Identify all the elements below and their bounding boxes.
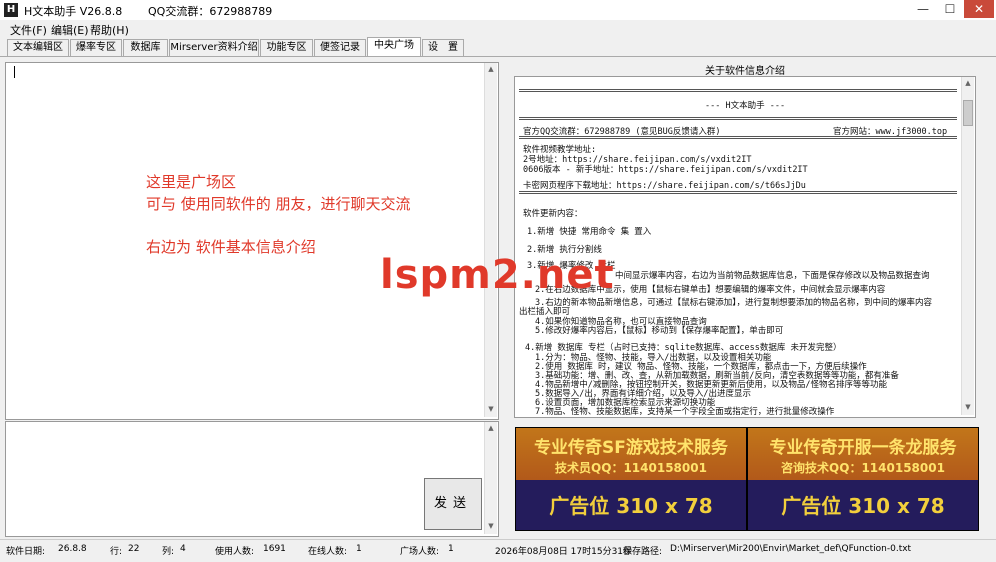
ad-slot-label: 广告位 310 x 78 (549, 494, 713, 518)
info-line: 软件更新内容： (523, 209, 583, 219)
ad-banner-right[interactable]: 专业传奇开服一条龙服务 咨询技术QQ：1140158001 广告位 310 x … (747, 427, 979, 531)
info-line: 1.新增 快捷 常用命令 集 置入 (527, 227, 652, 237)
menu-file[interactable]: 文件(F) (10, 22, 47, 38)
tab-mirserver-info[interactable]: Mirserver资料介绍 (169, 39, 259, 56)
tab-drop-rate[interactable]: 爆率专区 (70, 39, 122, 56)
info-line: 5.修改好爆率内容后，【鼠标】移动到【保存爆率配置】，单击即可 (535, 326, 784, 336)
tab-settings[interactable]: 设 置 (422, 39, 464, 56)
plaza-intro-line1: 这里是广场区 (146, 173, 237, 191)
ad-headline: 专业传奇SF游戏技术服务 (534, 438, 728, 458)
status-plaza: 1 (448, 544, 454, 554)
close-button[interactable]: ✕ (964, 0, 994, 18)
send-button[interactable]: 发送 (424, 478, 482, 530)
status-path: D:\Mirserver\Mir200\Envir\Market_def\QFu… (670, 544, 912, 554)
watermark: lspm2.net (380, 252, 615, 298)
info-line: --- H文本助手 --- (705, 101, 786, 111)
minimize-button[interactable]: — (910, 0, 936, 18)
status-row: 22 (128, 544, 140, 554)
ad-contact: 技术员QQ：1140158001 (555, 461, 707, 475)
text-caret (14, 66, 15, 78)
scroll-up-arrow-icon[interactable]: ▲ (485, 65, 497, 73)
status-path-label: 保存路径: (623, 547, 663, 557)
status-online: 1 (356, 544, 362, 554)
window-title: H文本助手 V26.8.8 (24, 5, 123, 18)
info-line: 卡密网页程序下载地址：https://share.feijipan.com/s/… (523, 181, 806, 191)
info-panel-title: 关于软件信息介绍 (705, 66, 785, 77)
chat-scrollbar[interactable]: ▲ ▼ (484, 63, 497, 417)
ad-headline: 专业传奇开服一条龙服务 (769, 438, 957, 458)
menu-bar (0, 20, 996, 37)
status-datetime: 2026年08月08日 17时15分31秒 (495, 547, 633, 557)
status-plaza-label: 广场人数: (400, 547, 440, 557)
ad-slot-label: 广告位 310 x 78 (781, 494, 945, 518)
maximize-button[interactable]: ☐ (937, 0, 963, 18)
tab-database[interactable]: 数据库 (123, 39, 168, 56)
info-line: 中间显示爆率内容，右边为当前物品数据库信息，下面是保存修改以及物品数据查询 (615, 271, 930, 281)
info-line: 7.物品、怪物、技能数据库，支持某一个字段全面或指定行，进行批量修改操作 (535, 407, 835, 417)
ad-contact: 咨询技术QQ：1140158001 (781, 461, 945, 475)
status-online-label: 在线人数: (308, 547, 348, 557)
scroll-down-arrow-icon[interactable]: ▼ (485, 405, 497, 413)
input-scrollbar[interactable]: ▲ ▼ (484, 422, 497, 534)
status-version: 26.8.8 (58, 544, 87, 554)
plaza-intro-line3: 右边为 软件基本信息介绍 (146, 238, 316, 256)
tab-text-edit[interactable]: 文本编辑区 (7, 39, 69, 56)
input-scroll-down-icon[interactable]: ▼ (485, 522, 497, 530)
menu-help[interactable]: 帮助(H) (90, 22, 129, 38)
info-scroll-thumb[interactable] (963, 100, 973, 126)
status-users-label: 使用人数: (215, 547, 255, 557)
tab-plaza[interactable]: 中央广场 (367, 37, 421, 56)
info-scroll-down-icon[interactable]: ▼ (962, 403, 974, 411)
app-icon: H (4, 3, 18, 17)
ad-banner-left[interactable]: 专业传奇SF游戏技术服务 技术员QQ：1140158001 广告位 310 x … (515, 427, 747, 531)
status-version-label: 软件日期: (6, 547, 46, 557)
status-users: 1691 (263, 544, 286, 554)
plaza-intro-line2: 可与 使用同软件的 朋友，进行聊天交流 (146, 195, 411, 213)
status-row-label: 行: (110, 547, 123, 557)
qq-group-label: QQ交流群：672988789 (148, 5, 273, 18)
software-info-panel[interactable]: --- H文本助手 --- 官方QQ交流群：672988789 (意见BUG反馈… (514, 76, 976, 418)
info-scrollbar[interactable]: ▲ ▼ (961, 77, 974, 415)
tab-notes[interactable]: 便签记录 (314, 39, 366, 56)
info-line: 0606版本 - 新手地址：https://share.feijipan.com… (523, 165, 808, 175)
menu-edit[interactable]: 编辑(E) (51, 22, 89, 38)
tab-functions[interactable]: 功能专区 (260, 39, 313, 56)
status-col: 4 (180, 544, 186, 554)
status-col-label: 列: (162, 547, 175, 557)
input-scroll-up-icon[interactable]: ▲ (485, 424, 497, 432)
info-scroll-up-icon[interactable]: ▲ (962, 79, 974, 87)
